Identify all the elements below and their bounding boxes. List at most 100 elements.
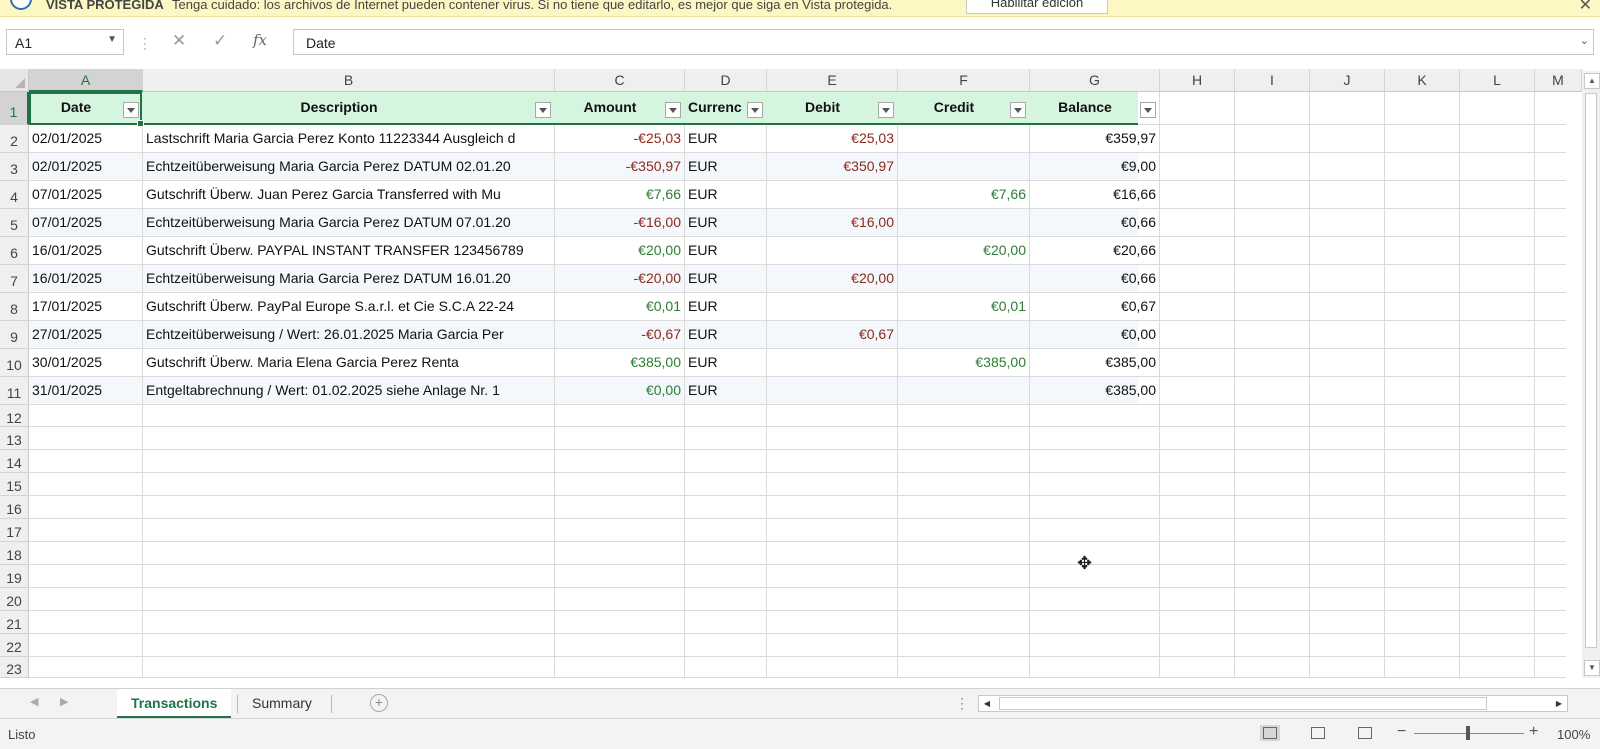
filter-dropdown-icon[interactable] [1010, 102, 1026, 118]
column-header-h[interactable]: H [1160, 69, 1235, 92]
cell-description[interactable]: Gutschrift Überw. PayPal Europe S.a.r.l.… [146, 293, 551, 320]
cell-amount[interactable]: -€16,00 [558, 209, 681, 236]
row-header-3[interactable]: 3 [0, 153, 29, 181]
cell-description[interactable]: Echtzeitüberweisung Maria Garcia Perez D… [146, 153, 551, 180]
cell-date[interactable]: 17/01/2025 [32, 293, 139, 320]
tab-summary[interactable]: Summary [238, 689, 326, 719]
column-header-b[interactable]: B [143, 69, 555, 92]
filter-dropdown-icon[interactable] [665, 102, 681, 118]
column-header-a[interactable]: A [29, 69, 143, 92]
zoom-level[interactable]: 100% [1557, 727, 1590, 742]
cell-balance[interactable]: €385,00 [1033, 349, 1156, 376]
cell-date[interactable]: 27/01/2025 [32, 321, 139, 348]
cell-currency[interactable]: EUR [688, 209, 763, 236]
cell-balance[interactable]: €359,97 [1033, 125, 1156, 152]
row-header-7[interactable]: 7 [0, 265, 29, 293]
cell-currency[interactable]: EUR [688, 377, 763, 404]
row-header-5[interactable]: 5 [0, 209, 29, 237]
column-header-l[interactable]: L [1460, 69, 1535, 92]
cell-currency[interactable]: EUR [688, 125, 763, 152]
column-header-c[interactable]: C [555, 69, 685, 92]
cell-currency[interactable]: EUR [688, 237, 763, 264]
cell-balance[interactable]: €9,00 [1033, 153, 1156, 180]
column-header-k[interactable]: K [1385, 69, 1460, 92]
header-amount[interactable]: Amount [555, 92, 665, 123]
row-header-23[interactable]: 23 [0, 657, 29, 678]
column-header-g[interactable]: G [1030, 69, 1160, 92]
cancel-icon[interactable]: ✕ [172, 31, 186, 51]
cell-amount[interactable]: -€25,03 [558, 125, 681, 152]
cell-debit[interactable]: €350,97 [770, 153, 894, 180]
header-credit[interactable]: Credit [898, 92, 1010, 123]
row-header-2[interactable]: 2 [0, 125, 29, 153]
cell-balance[interactable]: €16,66 [1033, 181, 1156, 208]
cell-date[interactable]: 16/01/2025 [32, 237, 139, 264]
normal-view-icon[interactable] [1260, 725, 1280, 741]
row-header-9[interactable]: 9 [0, 321, 29, 349]
cell-debit[interactable]: €16,00 [770, 209, 894, 236]
chevron-down-icon[interactable]: ▼ [107, 34, 117, 45]
cell-date[interactable]: 30/01/2025 [32, 349, 139, 376]
cell-credit[interactable]: €0,01 [901, 293, 1026, 320]
column-header-i[interactable]: I [1235, 69, 1310, 92]
cell-amount[interactable]: €385,00 [558, 349, 681, 376]
header-debit[interactable]: Debit [767, 92, 878, 123]
row-header-21[interactable]: 21 [0, 611, 29, 634]
column-header-e[interactable]: E [767, 69, 898, 92]
cell-amount[interactable]: €20,00 [558, 237, 681, 264]
row-header-22[interactable]: 22 [0, 634, 29, 657]
column-header-d[interactable]: D [685, 69, 767, 92]
scroll-left-icon[interactable]: ◀ [980, 697, 994, 710]
page-break-view-icon[interactable] [1355, 725, 1375, 741]
cell-description[interactable]: Echtzeitüberweisung Maria Garcia Perez D… [146, 209, 551, 236]
cell-date[interactable]: 02/01/2025 [32, 153, 139, 180]
header-balance[interactable]: Balance [1030, 92, 1140, 123]
worksheet-grid[interactable]: Date Description Amount Currenc Debit Credit B… [29, 92, 1566, 678]
row-header-18[interactable]: 18 [0, 542, 29, 565]
cell-description[interactable]: Echtzeitüberweisung Maria Garcia Perez D… [146, 265, 551, 292]
header-currency[interactable]: Currenc [685, 92, 747, 123]
cell-credit[interactable] [901, 377, 1026, 404]
cell-debit[interactable]: €25,03 [770, 125, 894, 152]
cell-currency[interactable]: EUR [688, 321, 763, 348]
cell-amount[interactable]: -€0,67 [558, 321, 681, 348]
cell-credit[interactable] [901, 153, 1026, 180]
filter-dropdown-icon[interactable] [878, 102, 894, 118]
cell-currency[interactable]: EUR [688, 265, 763, 292]
cell-credit[interactable]: €385,00 [901, 349, 1026, 376]
cell-date[interactable]: 07/01/2025 [32, 181, 139, 208]
scroll-right-icon[interactable]: ▶ [1552, 697, 1566, 710]
insert-function-icon[interactable]: fx [253, 31, 267, 49]
cell-balance[interactable]: €0,66 [1033, 265, 1156, 292]
cell-balance[interactable]: €20,66 [1033, 237, 1156, 264]
cell-date[interactable]: 31/01/2025 [32, 377, 139, 404]
next-sheet-icon[interactable]: ▶ [60, 695, 68, 708]
row-header-19[interactable]: 19 [0, 565, 29, 588]
close-icon[interactable]: ✕ [1579, 0, 1592, 15]
cell-description[interactable]: Lastschrift Maria Garcia Perez Konto 112… [146, 125, 551, 152]
cell-debit[interactable] [770, 293, 894, 320]
row-header-16[interactable]: 16 [0, 496, 29, 519]
cell-description[interactable]: Gutschrift Überw. Juan Perez Garcia Tran… [146, 181, 551, 208]
cell-description[interactable]: Echtzeitüberweisung / Wert: 26.01.2025 M… [146, 321, 551, 348]
row-header-11[interactable]: 11 [0, 377, 29, 405]
cell-date[interactable]: 02/01/2025 [32, 125, 139, 152]
row-header-20[interactable]: 20 [0, 588, 29, 611]
cell-credit[interactable]: €20,00 [901, 237, 1026, 264]
cell-balance[interactable]: €0,67 [1033, 293, 1156, 320]
horizontal-scroll-thumb[interactable] [999, 697, 1487, 710]
cell-date[interactable]: 07/01/2025 [32, 209, 139, 236]
zoom-slider-thumb[interactable] [1466, 726, 1470, 740]
horizontal-scrollbar[interactable]: ◀ ▶ [978, 695, 1568, 712]
cell-balance[interactable]: €0,66 [1033, 209, 1156, 236]
cell-balance[interactable]: €0,00 [1033, 321, 1156, 348]
column-header-f[interactable]: F [898, 69, 1030, 92]
row-header-6[interactable]: 6 [0, 237, 29, 265]
name-box[interactable]: A1 ▼ [6, 29, 124, 55]
tab-split-grip-icon[interactable]: ⋮ [955, 695, 969, 712]
cell-credit[interactable] [901, 125, 1026, 152]
header-description[interactable]: Description [143, 92, 535, 123]
zoom-out-icon[interactable]: − [1397, 723, 1406, 741]
column-header-m[interactable]: M [1535, 69, 1582, 92]
column-header-j[interactable]: J [1310, 69, 1385, 92]
